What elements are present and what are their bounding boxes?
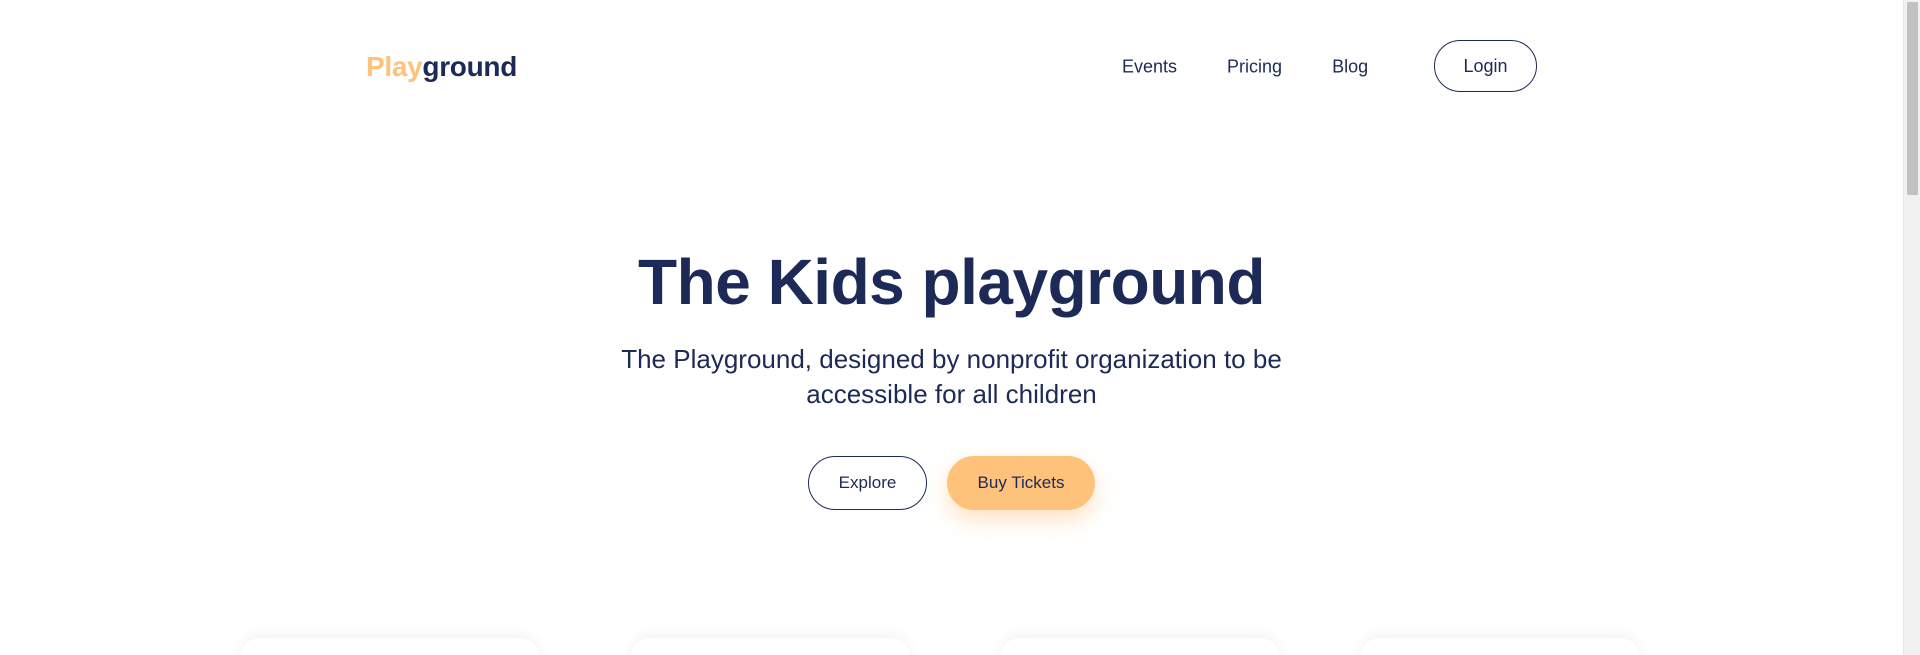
page: Playground Events Pricing Blog Login The… [0, 0, 1920, 655]
feature-card [630, 638, 910, 655]
feature-card [1000, 638, 1280, 655]
site-header: Playground Events Pricing Blog Login [366, 40, 1537, 94]
scrollbar-thumb[interactable] [1907, 2, 1918, 195]
logo-part-ground: ground [422, 51, 518, 82]
nav-link-blog[interactable]: Blog [1332, 57, 1368, 78]
hero-title: The Kids playground [638, 246, 1265, 318]
feature-card [1360, 638, 1640, 655]
feature-cards-peek [240, 638, 1660, 655]
buy-tickets-button[interactable]: Buy Tickets [947, 456, 1095, 510]
vertical-scrollbar[interactable] [1903, 0, 1920, 655]
nav-link-pricing[interactable]: Pricing [1227, 57, 1282, 78]
viewport: Playground Events Pricing Blog Login The… [0, 0, 1903, 655]
feature-card [240, 638, 540, 655]
explore-button[interactable]: Explore [808, 456, 927, 510]
login-button[interactable]: Login [1434, 40, 1537, 92]
nav-link-events[interactable]: Events [1122, 57, 1177, 78]
main-nav: Events Pricing Blog [1122, 57, 1368, 78]
logo[interactable]: Playground [366, 51, 517, 83]
logo-part-play: Play [366, 51, 423, 82]
hero-actions: Explore Buy Tickets [0, 456, 1903, 510]
hero-subtitle: The Playground, designed by nonprofit or… [621, 344, 1282, 409]
hero-section: The Kids playground The Playground, desi… [0, 250, 1903, 510]
